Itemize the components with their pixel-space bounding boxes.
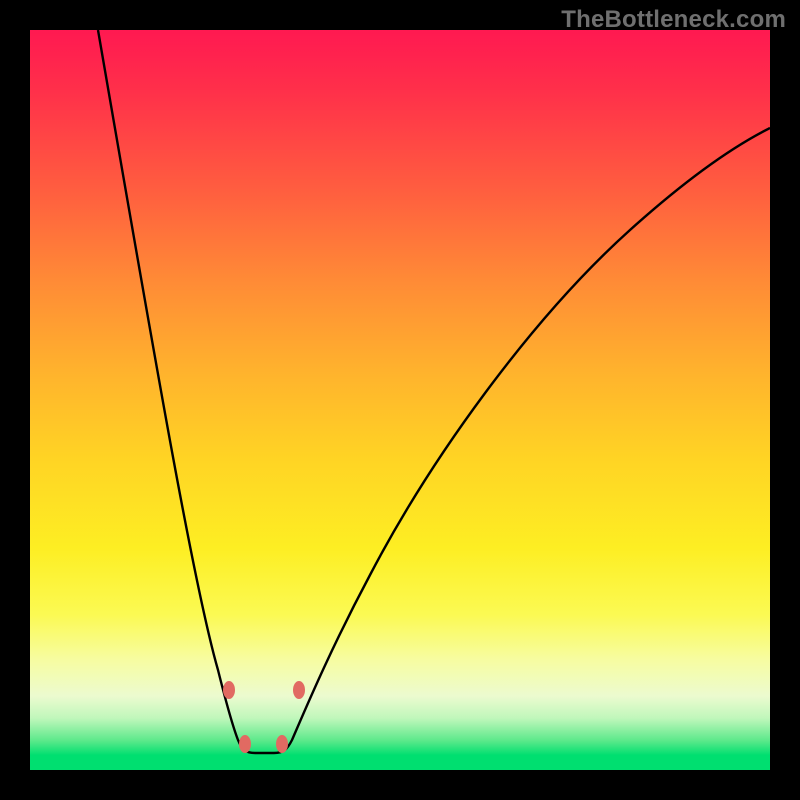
marker-left-upper [223,681,235,699]
v-curve-left [98,30,274,753]
v-curve-right [274,128,770,753]
marker-right-lower [276,735,288,753]
marker-right-upper [293,681,305,699]
chart-plot-area [30,30,770,770]
marker-left-lower [239,735,251,753]
chart-svg [30,30,770,770]
